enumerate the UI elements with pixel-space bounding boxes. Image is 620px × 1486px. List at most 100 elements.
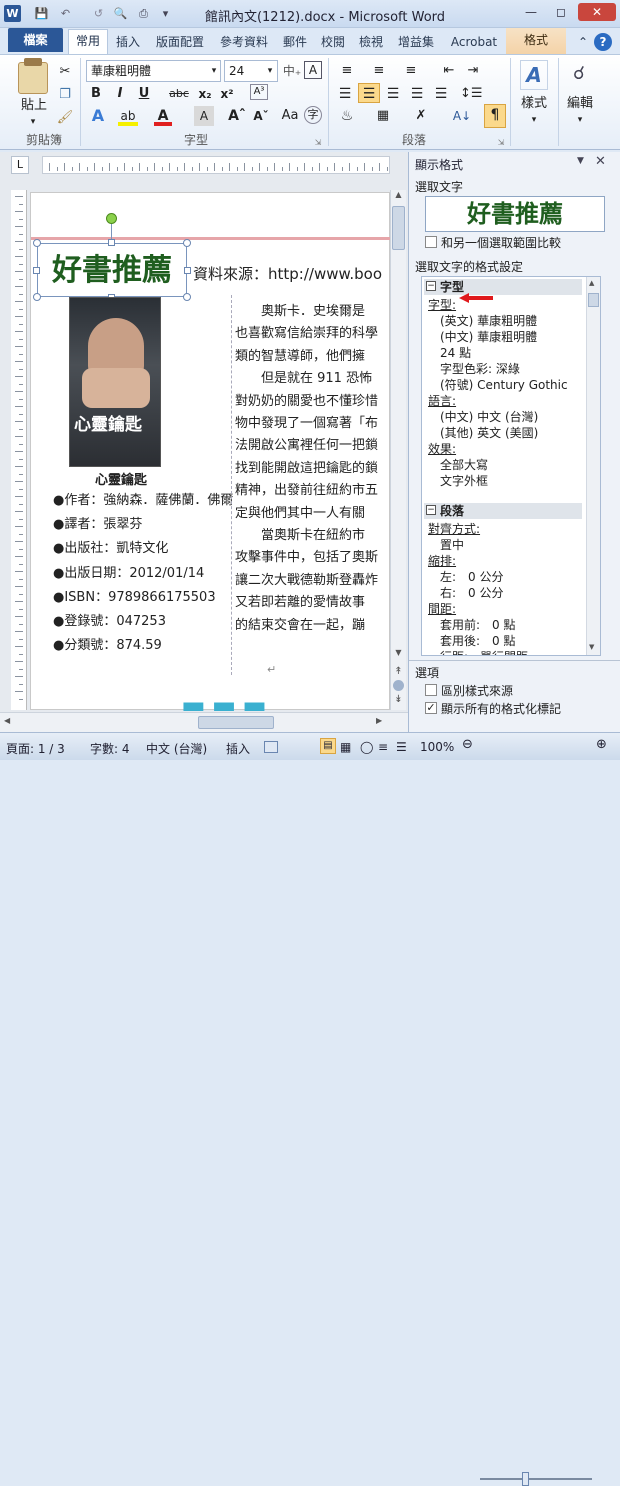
multilevel-list-icon[interactable]: ≡ (400, 61, 422, 81)
web-layout-icon[interactable]: ◯ (360, 740, 373, 754)
collapse-ribbon-icon[interactable]: ⌃ (576, 32, 590, 54)
resize-handle[interactable] (183, 293, 191, 301)
language-link[interactable]: 語言: (428, 393, 456, 409)
previous-page-icon[interactable]: ↟ (392, 666, 405, 678)
font-dialog-launcher-icon[interactable]: ⇲ (313, 133, 323, 153)
tab-selector-icon[interactable]: L (11, 156, 29, 174)
align-center-icon[interactable]: ☰ (358, 83, 380, 103)
tab-acrobat[interactable]: Acrobat (446, 32, 502, 54)
character-border-icon[interactable]: A (304, 61, 322, 79)
tab-review[interactable]: 校閱 (318, 32, 348, 54)
change-case-icon[interactable]: Aa (280, 106, 300, 126)
show-marks-icon[interactable]: ¶ (484, 104, 506, 128)
font-size-dropdown-icon[interactable]: ▾ (264, 61, 276, 81)
increase-indent-icon[interactable]: ⇥ (464, 61, 482, 81)
word-app-icon[interactable]: W (4, 5, 21, 22)
asian-layout-icon[interactable]: ✗ (410, 106, 432, 126)
pane-close-icon[interactable]: ✕ (595, 154, 609, 169)
next-page-icon[interactable]: ↡ (392, 694, 405, 706)
distributed-icon[interactable]: ☰ (432, 84, 450, 104)
compare-checkbox[interactable] (425, 236, 437, 248)
tab-format[interactable]: 格式 (506, 28, 566, 54)
horizontal-scroll-thumb[interactable] (198, 716, 274, 729)
minimize-button[interactable]: — (518, 3, 544, 21)
highlight-color-icon[interactable]: ab (118, 106, 138, 126)
pane-options-dropdown-icon[interactable]: ▼ (577, 156, 589, 166)
font-name-dropdown-icon[interactable]: ▾ (208, 61, 220, 81)
outline-view-icon[interactable]: ≡ (378, 740, 388, 754)
paste-icon[interactable] (18, 62, 48, 94)
bold-button[interactable]: B (88, 84, 104, 104)
close-button[interactable]: ✕ (578, 3, 616, 21)
draft-view-icon[interactable]: ☰ (396, 740, 407, 754)
strikethrough-button[interactable]: abc (168, 84, 190, 104)
resize-handle[interactable] (108, 239, 115, 246)
selected-text-preview[interactable]: 好書推薦 (425, 196, 605, 232)
tab-layout[interactable]: 版面配置 (152, 32, 208, 54)
font-section-header[interactable]: 字型 (424, 279, 582, 295)
shrink-font-icon[interactable]: Aˇ (252, 106, 270, 126)
enclosed-char-icon[interactable]: 字 (304, 106, 322, 124)
align-left-icon[interactable]: ☰ (336, 84, 354, 104)
vertical-scrollbar[interactable]: ▲ ▼ ↟ ↡ (390, 190, 406, 710)
distinguish-style-checkbox[interactable] (425, 684, 437, 696)
macro-record-icon[interactable] (264, 741, 278, 753)
details-scroll-up-icon[interactable]: ▲ (589, 279, 594, 287)
resize-handle[interactable] (33, 239, 41, 247)
format-painter-icon[interactable]: 🖌 (55, 108, 75, 128)
language-status[interactable]: 中文 (台灣) (146, 740, 207, 757)
enclose-characters-icon[interactable]: A³ (250, 84, 268, 100)
word-count-status[interactable]: 字數: 4 (90, 740, 130, 757)
font-name-combo[interactable]: 華康粗明體 (86, 60, 221, 82)
effects-link[interactable]: 效果: (428, 441, 456, 457)
full-screen-reading-icon[interactable]: ▦ (340, 740, 351, 754)
tab-mailings[interactable]: 郵件 (280, 32, 310, 54)
horizontal-scrollbar[interactable]: ◀ ▶ (0, 712, 408, 732)
subscript-button[interactable]: x₂ (196, 84, 214, 104)
copy-icon[interactable]: ❐ (55, 85, 75, 105)
tab-insert[interactable]: 插入 (114, 32, 142, 54)
maximize-button[interactable]: ◻ (548, 3, 574, 21)
scroll-right-icon[interactable]: ▶ (376, 716, 388, 725)
redo-icon[interactable]: ↺ (90, 5, 107, 22)
paragraph-section-header[interactable]: 段落 (424, 503, 582, 519)
details-scroll-thumb[interactable] (588, 293, 599, 307)
tab-addins[interactable]: 增益集 (394, 32, 438, 54)
superscript-button[interactable]: x² (218, 84, 236, 104)
decrease-indent-icon[interactable]: ⇤ (440, 61, 458, 81)
undo-icon[interactable]: ↶ (57, 5, 74, 22)
tab-file[interactable]: 檔案 (8, 28, 63, 52)
binoculars-icon[interactable]: ☌ (566, 60, 592, 90)
scroll-left-icon[interactable]: ◀ (4, 716, 16, 725)
details-scroll-down-icon[interactable]: ▼ (589, 643, 594, 651)
details-scrollbar[interactable]: ▲ ▼ (586, 277, 600, 655)
book-cover-image[interactable]: 心靈鑰匙 (69, 297, 161, 467)
paste-dropdown-icon[interactable]: ▾ (18, 112, 48, 132)
zoom-level[interactable]: 100% (420, 740, 454, 754)
heading-textbox[interactable]: 好書推薦 (37, 243, 187, 297)
justify-icon[interactable]: ☰ (408, 84, 426, 104)
align-right-icon[interactable]: ☰ (384, 84, 402, 104)
customize-toolbar-icon[interactable]: ▾ (157, 5, 174, 22)
spacing-link[interactable]: 間距: (428, 601, 456, 617)
browse-object-icon[interactable] (393, 680, 404, 691)
grow-font-icon[interactable]: Aˆ (228, 106, 246, 126)
resize-handle[interactable] (184, 267, 191, 274)
collapse-font-icon[interactable]: − (426, 281, 436, 291)
insert-mode-status[interactable]: 插入 (226, 740, 250, 757)
heading-text[interactable]: 好書推薦 (38, 252, 186, 290)
styles-dropdown-icon[interactable]: ▾ (528, 110, 540, 130)
line-spacing-icon[interactable]: ↕☰ (460, 84, 483, 104)
character-shading-icon[interactable]: A (194, 106, 214, 126)
rotation-handle[interactable] (106, 213, 117, 224)
resize-handle[interactable] (33, 267, 40, 274)
font-color-icon[interactable]: A (154, 106, 172, 126)
zoom-in-icon[interactable]: ⊕ (596, 737, 607, 752)
numbering-icon[interactable]: ≡ (368, 61, 390, 81)
font-link[interactable]: 字型: (428, 297, 456, 313)
print-preview-icon[interactable]: 🔍 (112, 5, 129, 22)
save-icon[interactable]: 💾 (33, 5, 50, 22)
tab-home[interactable]: 常用 (68, 29, 108, 55)
horizontal-ruler[interactable] (42, 156, 390, 174)
vertical-ruler[interactable] (11, 190, 27, 710)
